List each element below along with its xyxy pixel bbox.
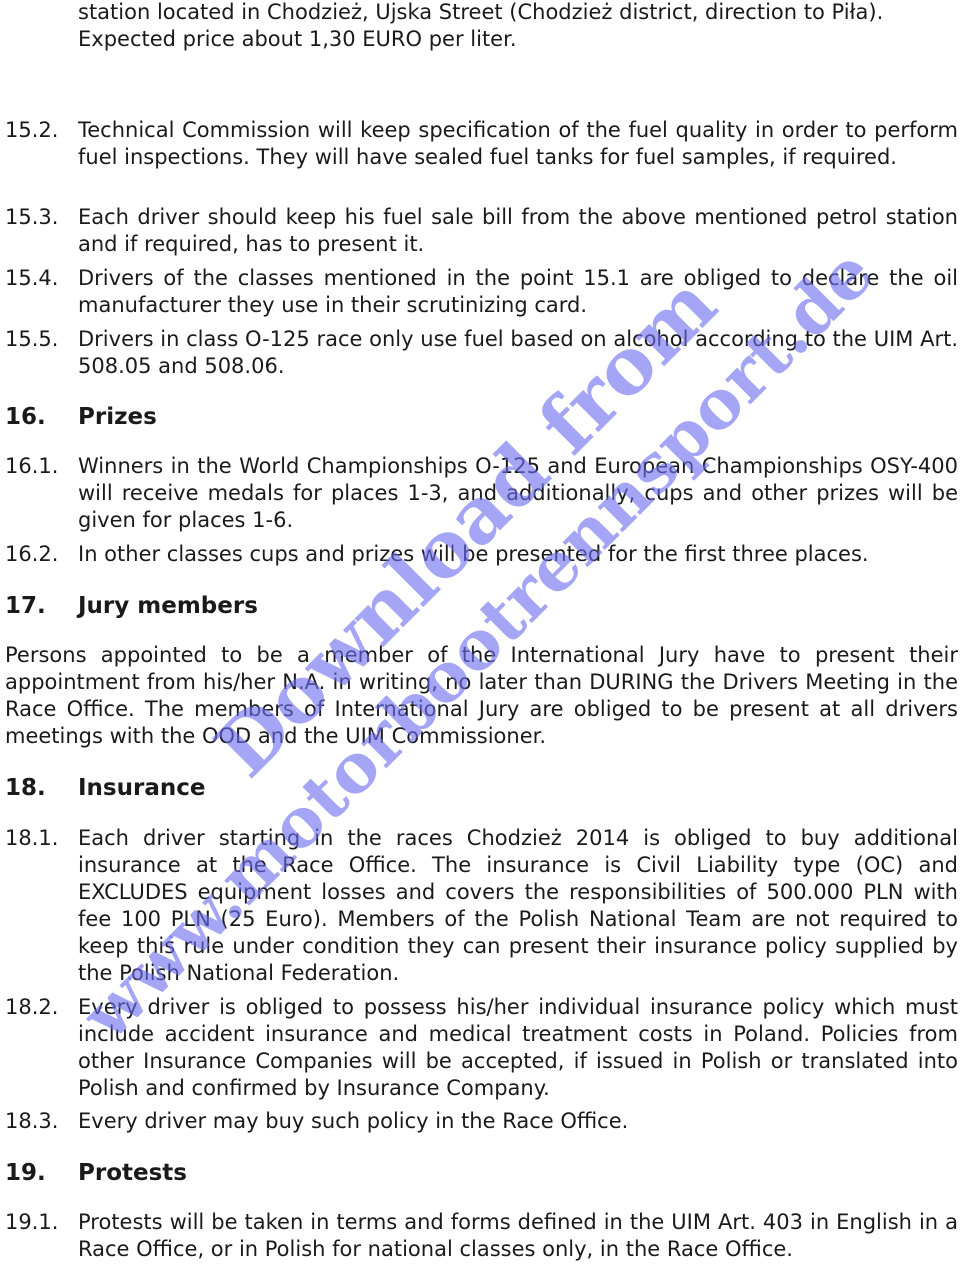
clause-number: 16.1.: [5, 454, 59, 478]
clause-number: 15.4.: [5, 266, 59, 290]
clause-15-2: 15.2. Technical Commission will keep spe…: [0, 117, 958, 171]
section-heading-insurance: 18. Insurance: [5, 774, 205, 802]
clause-16-1: 16.1. Winners in the World Championships…: [0, 453, 958, 534]
section-number: 19.: [5, 1160, 46, 1186]
clause-text: Protests will be taken in terms and form…: [78, 1210, 958, 1261]
section-number: 17.: [5, 593, 46, 619]
section-title: Insurance: [78, 775, 206, 801]
clause-number: 18.2.: [5, 995, 59, 1019]
clause-number: 15.5.: [5, 327, 59, 351]
section-number: 18.: [5, 775, 46, 801]
clause-text: Every driver may buy such policy in the …: [78, 1109, 629, 1133]
clause-18-3: 18.3. Every driver may buy such policy i…: [0, 1108, 958, 1135]
clause-number: 18.3.: [5, 1109, 59, 1133]
jury-paragraph: Persons appointed to be a member of the …: [5, 643, 958, 748]
section-heading-protests: 19. Protests: [5, 1159, 187, 1187]
section-heading-prizes: 16. Prizes: [5, 403, 157, 431]
clause-number: 15.2.: [5, 118, 59, 142]
clause-number: 16.2.: [5, 542, 59, 566]
clause-text: Winners in the World Championships O-125…: [78, 454, 958, 532]
clause-number: 19.1.: [5, 1210, 59, 1234]
section-title: Prizes: [78, 404, 157, 430]
clause-text: Drivers in class O-125 race only use fue…: [78, 327, 958, 378]
clause-number: 15.3.: [5, 205, 59, 229]
clause-text: Technical Commission will keep specifica…: [78, 118, 958, 169]
section-title: Protests: [78, 1160, 187, 1186]
clause-15-5: 15.5. Drivers in class O-125 race only u…: [0, 326, 958, 380]
clause-18-2: 18.2. Every driver is obliged to possess…: [0, 994, 958, 1102]
clause-number: 18.1.: [5, 826, 59, 850]
section-title: Jury members: [78, 593, 258, 619]
continuation-line-1: station located in Chodzież, Ujska Stree…: [78, 0, 884, 24]
section-heading-jury-members: 17. Jury members: [5, 592, 258, 620]
section-number: 16.: [5, 404, 46, 430]
clause-text: Each driver should keep his fuel sale bi…: [78, 205, 958, 256]
clause-18-1: 18.1. Each driver starting in the races …: [0, 825, 958, 987]
continuation-line-2: Expected price about 1,30 EURO per liter…: [78, 27, 517, 51]
clause-text: Drivers of the classes mentioned in the …: [78, 266, 958, 317]
clause-15-4: 15.4. Drivers of the classes mentioned i…: [0, 265, 958, 319]
document-page: station located in Chodzież, Ujska Stree…: [0, 0, 960, 1288]
clause-15-3: 15.3. Each driver should keep his fuel s…: [0, 204, 958, 258]
clause-text: In other classes cups and prizes will be…: [78, 542, 869, 566]
clause-19-1: 19.1. Protests will be taken in terms an…: [0, 1209, 958, 1263]
clause-text: Every driver is obliged to possess his/h…: [78, 995, 958, 1100]
clause-16-2: 16.2. In other classes cups and prizes w…: [0, 541, 958, 568]
clause-text: Each driver starting in the races Chodzi…: [78, 826, 958, 985]
